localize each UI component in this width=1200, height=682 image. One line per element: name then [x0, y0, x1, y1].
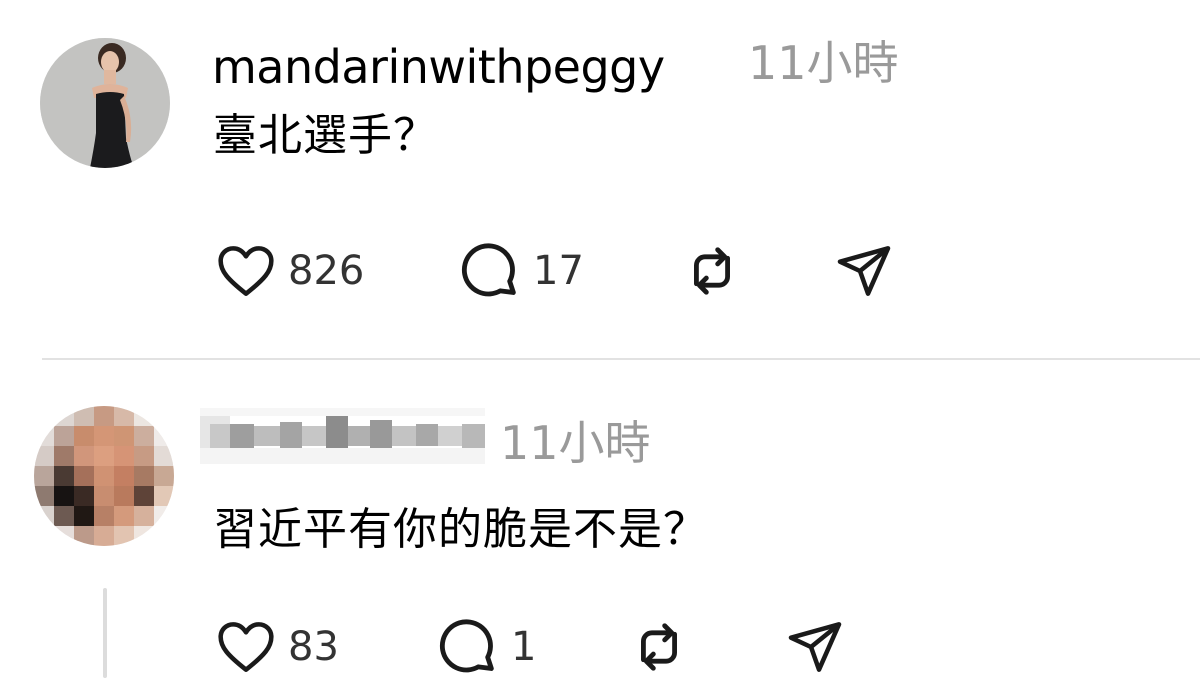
comment-item: 11小時 習近平有你的脆是不是？ 83 1 [0, 360, 1200, 675]
username[interactable]: mandarinwithpeggy [212, 44, 665, 90]
avatar[interactable] [34, 406, 174, 546]
like-button[interactable]: 83 [214, 612, 339, 682]
reply-count: 1 [511, 624, 537, 670]
reply-count: 17 [533, 248, 584, 294]
send-icon [783, 615, 847, 679]
comment-item: mandarinwithpeggy 11小時 臺北選手？ 826 17 [0, 0, 1200, 358]
action-bar: 826 17 [0, 236, 1200, 306]
like-count: 83 [288, 624, 339, 670]
comment-text: 臺北選手？ [213, 110, 438, 161]
repost-button[interactable] [625, 612, 693, 682]
like-button[interactable]: 826 [214, 236, 364, 306]
comment-text: 習近平有你的脆是不是？ [213, 504, 708, 555]
comment-bubble-icon [455, 237, 523, 305]
action-bar: 83 1 [0, 612, 1200, 682]
like-count: 826 [288, 248, 365, 294]
repost-button[interactable] [678, 236, 746, 306]
heart-icon [214, 239, 278, 303]
thread-line [103, 588, 107, 678]
avatar[interactable] [40, 38, 170, 168]
share-button[interactable] [832, 236, 896, 306]
repost-icon [625, 613, 693, 681]
username-redacted[interactable] [200, 408, 485, 464]
send-icon [832, 239, 896, 303]
repost-icon [678, 237, 746, 305]
share-button[interactable] [783, 612, 847, 682]
timestamp: 11小時 [748, 36, 899, 90]
heart-icon [214, 615, 278, 679]
reply-button[interactable]: 17 [455, 236, 584, 306]
reply-button[interactable]: 1 [433, 612, 536, 682]
timestamp: 11小時 [500, 416, 651, 470]
comment-bubble-icon [433, 613, 501, 681]
